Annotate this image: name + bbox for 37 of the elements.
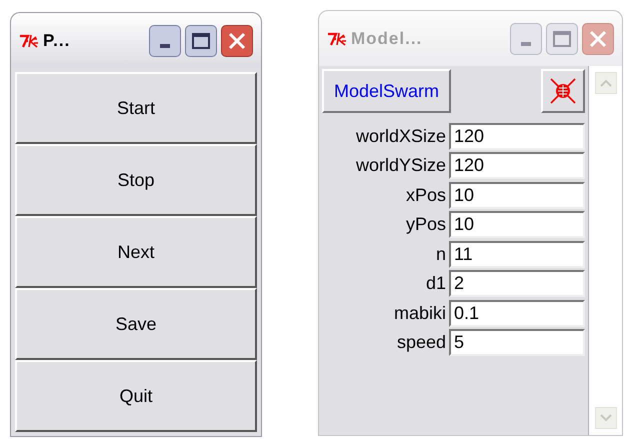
maximize-button[interactable] — [185, 24, 217, 56]
close-button[interactable] — [221, 24, 253, 56]
maximize-icon — [192, 32, 210, 48]
command-button[interactable]: Next — [15, 216, 257, 288]
field-label: xPos — [406, 184, 446, 207]
tk-logo-icon — [327, 32, 347, 46]
field-label: d1 — [426, 272, 446, 296]
bug-icon — [548, 76, 578, 106]
destroy-button[interactable] — [541, 69, 585, 113]
field-label: worldXSize — [356, 124, 446, 148]
value-field[interactable]: 10 — [449, 182, 585, 209]
field-label: n — [436, 242, 446, 266]
field-label: worldYSize — [356, 154, 446, 178]
command-button[interactable]: Quit — [15, 360, 257, 432]
minimize-icon — [521, 42, 531, 46]
close-icon — [589, 30, 607, 48]
value-field[interactable]: 120 — [449, 152, 585, 180]
command-button[interactable]: Stop — [15, 144, 257, 216]
close-icon — [228, 32, 246, 50]
value-field[interactable]: 0.1 — [449, 300, 585, 327]
class-name-button[interactable]: ModelSwarm — [322, 69, 452, 113]
value-field[interactable]: 10 — [449, 211, 585, 238]
field-label: yPos — [406, 213, 446, 236]
window-title: Model... — [351, 28, 422, 50]
maximize-icon — [553, 30, 571, 46]
field-label: speed — [396, 331, 446, 354]
value-field[interactable]: 11 — [449, 240, 585, 268]
command-button[interactable]: Save — [15, 288, 257, 360]
field-label: mabiki — [394, 302, 446, 325]
minimize-button[interactable] — [149, 24, 181, 56]
tk-logo-icon — [19, 34, 39, 48]
minimize-icon — [160, 44, 170, 48]
command-button[interactable]: Start — [15, 72, 257, 144]
value-field[interactable]: 5 — [449, 329, 585, 356]
value-field[interactable]: 120 — [449, 122, 585, 150]
window-title: P... — [43, 30, 70, 52]
value-field[interactable]: 2 — [449, 270, 585, 298]
